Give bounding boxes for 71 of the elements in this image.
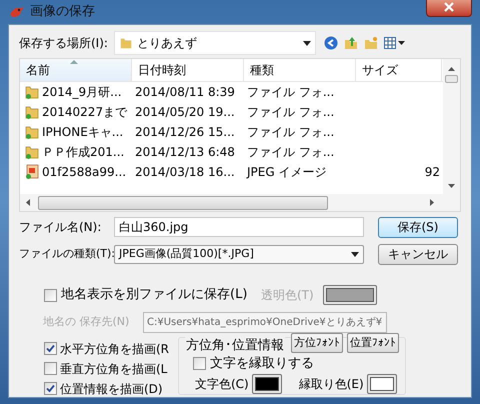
close-icon bbox=[444, 2, 454, 12]
file-type: ファイル フォ... bbox=[246, 124, 336, 141]
scroll-up-icon[interactable] bbox=[448, 67, 455, 71]
cancel-button[interactable]: キャンセル bbox=[378, 244, 458, 264]
file-type: JPEG イメージ bbox=[245, 164, 328, 181]
file-type: ファイル フォ... bbox=[246, 104, 336, 121]
caret-icon bbox=[351, 252, 359, 256]
checkbox[interactable] bbox=[193, 356, 206, 370]
font-button[interactable]: 方位ﾌｫﾝﾄ bbox=[291, 333, 343, 353]
scroll-down-icon[interactable] bbox=[448, 184, 455, 188]
scroll-thumb[interactable] bbox=[445, 75, 458, 83]
file-row[interactable]: IPHONEキャ... 2014/12/26 15... ファイル フォ... bbox=[20, 122, 443, 142]
vertical-scrollbar[interactable] bbox=[443, 59, 460, 194]
file-name-label: ファイル名(N): bbox=[19, 219, 102, 236]
window-title: 画像の保存 bbox=[30, 3, 95, 22]
color-swatch-button[interactable] bbox=[366, 374, 397, 394]
close-button[interactable] bbox=[426, 0, 472, 17]
image-file-icon bbox=[24, 164, 40, 180]
checkbox-label: 垂直方位角を描画(L bbox=[60, 360, 168, 378]
sort-arrow-icon bbox=[70, 60, 78, 64]
color-swatch-button[interactable] bbox=[252, 374, 282, 394]
file-name: 01f2588a99... bbox=[42, 164, 126, 181]
view-menu-icon[interactable] bbox=[384, 37, 405, 49]
folder-icon bbox=[24, 124, 40, 140]
checkbox[interactable] bbox=[44, 342, 57, 355]
file-type-label: ファイルの種類(T): bbox=[19, 246, 114, 262]
font-button[interactable]: 位置ﾌｫﾝﾄ bbox=[347, 333, 399, 353]
checkbox[interactable] bbox=[44, 382, 57, 395]
file-date: 2014/12/26 15... bbox=[134, 124, 236, 141]
file-date: 2014/08/11 8:39 bbox=[134, 84, 236, 101]
bird-icon bbox=[8, 4, 26, 20]
scroll-right-icon[interactable] bbox=[430, 199, 434, 206]
caret-icon bbox=[303, 40, 311, 46]
file-name: IPHONEキャ... bbox=[42, 124, 124, 141]
checkbox[interactable] bbox=[44, 362, 57, 375]
file-type-dropdown[interactable]: JPEG画像(品質100)[*.JPG] bbox=[114, 244, 364, 264]
scroll-left-icon[interactable] bbox=[26, 199, 30, 206]
save-button[interactable]: 保存(S) bbox=[378, 216, 458, 238]
file-name: ＰＰ作成201... bbox=[42, 144, 124, 161]
folder-icon bbox=[24, 144, 40, 160]
save-destination-label: 地名の 保存先(N) bbox=[43, 314, 130, 330]
scroll-thumb[interactable] bbox=[38, 196, 328, 210]
checkbox-label: 水平方位角を描画(R bbox=[60, 340, 170, 358]
file-name: 2014_9月研... bbox=[42, 84, 122, 101]
up-folder-icon[interactable] bbox=[344, 36, 358, 50]
location-dropdown[interactable]: とりあえず bbox=[114, 31, 316, 55]
column-header[interactable]: 名前 bbox=[20, 59, 132, 81]
horizontal-scrollbar[interactable] bbox=[20, 194, 460, 211]
folder-icon bbox=[24, 104, 40, 120]
text-color-label: 文字色(C) bbox=[195, 376, 249, 393]
file-name: 20140227まで bbox=[42, 104, 128, 121]
transparent-color-label: 透明色(T) bbox=[261, 287, 315, 304]
file-date: 2014/03/18 16... bbox=[134, 164, 236, 181]
checkbox-label: 位置情報を描画(D) bbox=[60, 380, 163, 398]
checkbox[interactable] bbox=[44, 288, 57, 302]
folder-icon bbox=[119, 36, 133, 50]
file-row[interactable]: 01f2588a99... 2014/03/18 16... JPEG イメージ 92 bbox=[20, 162, 443, 182]
checkbox-label: 文字を縁取りする bbox=[210, 354, 314, 372]
file-date: 2014/05/20 19... bbox=[134, 104, 236, 121]
outline-color-label: 縁取り色(E) bbox=[298, 376, 364, 393]
folder-icon bbox=[24, 84, 40, 100]
location-label: 保存する場所(I): bbox=[19, 35, 109, 52]
file-type: ファイル フォ... bbox=[246, 84, 336, 101]
file-type: ファイル フォ... bbox=[246, 144, 336, 161]
file-name-field[interactable]: 白山360.jpg bbox=[114, 217, 364, 237]
file-row[interactable]: 20140227まで 2014/05/20 19... ファイル フォ... bbox=[20, 102, 443, 122]
file-size: 92 bbox=[424, 164, 440, 181]
file-row[interactable]: ＰＰ作成201... 2014/12/13 6:48 ファイル フォ... bbox=[20, 142, 443, 162]
checkbox-label: 地名表示を別ファイルに保存(L) bbox=[61, 286, 248, 304]
file-date: 2014/12/13 6:48 bbox=[134, 144, 236, 161]
file-row[interactable]: 2014_9月研... 2014/08/11 8:39 ファイル フォ... bbox=[20, 82, 443, 102]
